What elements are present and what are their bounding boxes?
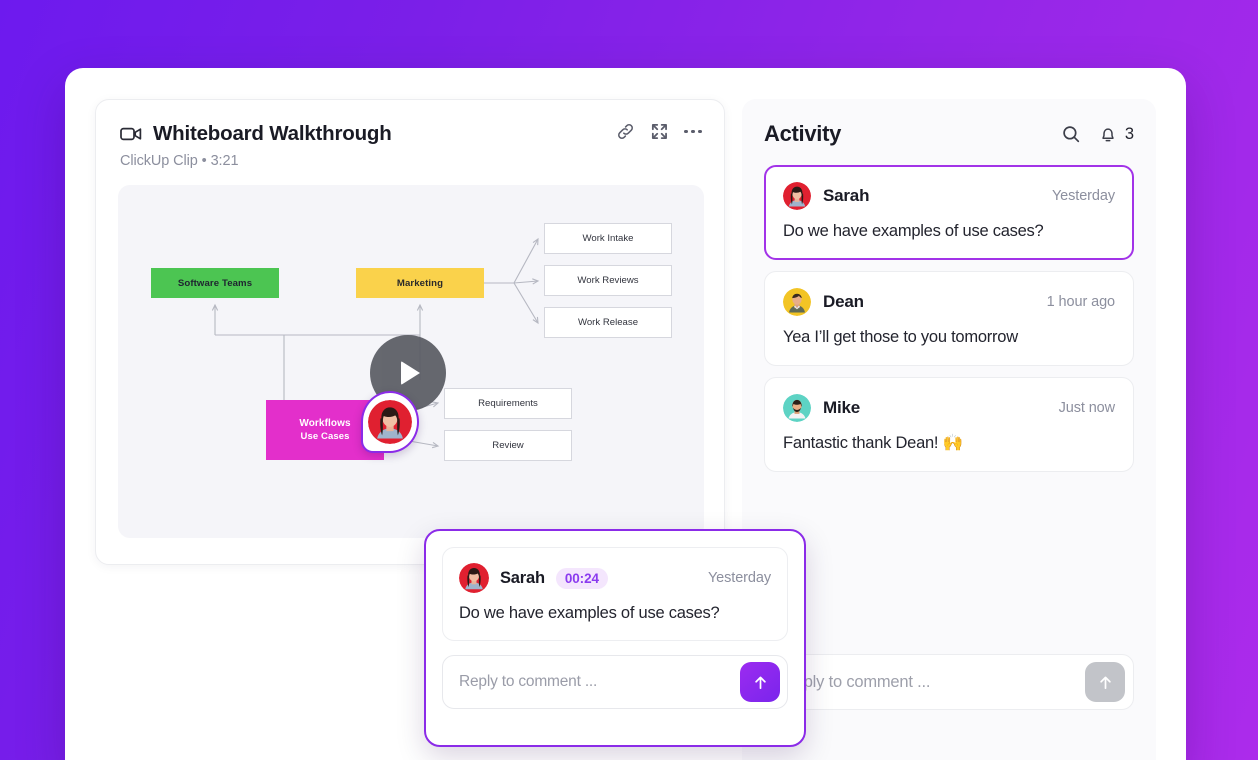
node-label-line2: Use Cases (300, 431, 350, 442)
activity-author: Sarah (823, 186, 870, 205)
node-label: Marketing (396, 277, 444, 289)
activity-item-dean[interactable]: Dean 1 hour ago Yea I’ll get those to yo… (764, 271, 1134, 366)
activity-send-button[interactable] (1085, 662, 1125, 702)
avatar (783, 288, 811, 316)
activity-author: Mike (823, 398, 860, 417)
clip-title-row: Whiteboard Walkthrough (120, 122, 700, 146)
activity-item-header: Dean 1 hour ago (783, 288, 1115, 316)
activity-item-mike[interactable]: Mike Just now Fantastic thank Dean! 🙌 (764, 377, 1134, 472)
avatar (368, 400, 412, 444)
clip-card: Whiteboard Walkthrough ClickUp Clip • 3:… (95, 99, 725, 565)
comment-timestamp: Yesterday (707, 570, 771, 586)
avatar (783, 394, 811, 422)
box-label: Work Release (577, 317, 639, 328)
arrow-up-icon (754, 676, 766, 689)
comment-author: Sarah (500, 568, 545, 587)
activity-item-header: Mike Just now (783, 394, 1115, 422)
whiteboard-canvas[interactable]: Software Teams Marketing Workflows Use C… (118, 185, 704, 538)
comment-header: Sarah 00:24 Yesterday (459, 563, 771, 593)
activity-header: Activity 3 (764, 99, 1134, 165)
node-label-line1: Workflows (299, 418, 351, 429)
whiteboard-box-review[interactable]: Review (444, 430, 572, 461)
more-options-icon[interactable] (684, 126, 702, 138)
avatar (783, 182, 811, 210)
activity-author: Dean (823, 292, 864, 311)
arrow-up-icon (1099, 676, 1111, 689)
whiteboard-box-work-intake[interactable]: Work Intake (544, 223, 672, 254)
activity-text: Do we have examples of use cases? (783, 222, 1044, 240)
link-icon[interactable] (616, 122, 635, 141)
activity-reply-input[interactable] (783, 672, 1085, 692)
box-label: Work Reviews (577, 275, 639, 286)
whiteboard-box-requirements[interactable]: Requirements (444, 388, 572, 419)
activity-timestamp: 1 hour ago (1046, 294, 1115, 310)
node-label: Software Teams (177, 277, 253, 289)
comment-popup: Sarah 00:24 Yesterday Do we have example… (424, 529, 806, 747)
clip-actions (616, 122, 702, 141)
timecode-badge[interactable]: 00:24 (555, 567, 608, 589)
notifications-button[interactable]: 3 (1098, 124, 1134, 144)
whiteboard-node-software-teams[interactable]: Software Teams (151, 268, 279, 298)
activity-item-sarah[interactable]: Sarah Yesterday Do we have examples of u… (764, 165, 1134, 260)
popup-send-button[interactable] (740, 662, 780, 702)
popup-reply-input[interactable] (459, 673, 740, 691)
search-icon[interactable] (1061, 124, 1081, 144)
comment-text: Do we have examples of use cases? (459, 604, 720, 622)
popup-reply-bar (442, 655, 788, 709)
video-camera-icon (120, 126, 142, 142)
box-label: Requirements (478, 398, 538, 409)
play-triangle (401, 361, 420, 385)
comment-pin-avatar[interactable] (361, 391, 419, 453)
whiteboard-node-marketing[interactable]: Marketing (356, 268, 484, 298)
activity-text: Fantastic thank Dean! 🙌 (783, 434, 963, 452)
whiteboard-box-work-release[interactable]: Work Release (544, 307, 672, 338)
clip-header: Whiteboard Walkthrough ClickUp Clip • 3:… (96, 100, 724, 169)
expand-icon[interactable] (650, 122, 669, 141)
app-window: Whiteboard Walkthrough ClickUp Clip • 3:… (65, 68, 1186, 760)
activity-header-icons: 3 (1061, 124, 1134, 144)
activity-item-header: Sarah Yesterday (783, 182, 1115, 210)
activity-timestamp: Just now (1058, 400, 1116, 416)
whiteboard-box-work-reviews[interactable]: Work Reviews (544, 265, 672, 296)
activity-text: Yea I’ll get those to you tomorrow (783, 328, 1018, 346)
activity-title: Activity (764, 121, 842, 146)
comment-bubble: Sarah 00:24 Yesterday Do we have example… (442, 547, 788, 641)
box-label: Review (492, 440, 524, 451)
box-label: Work Intake (582, 233, 634, 244)
clip-subtitle: ClickUp Clip • 3:21 (120, 153, 239, 169)
page-title: Whiteboard Walkthrough (153, 122, 392, 145)
bell-icon (1098, 124, 1118, 144)
avatar (459, 563, 489, 593)
activity-reply-bar (764, 654, 1134, 710)
activity-timestamp: Yesterday (1051, 188, 1115, 204)
notification-count: 3 (1124, 124, 1134, 143)
